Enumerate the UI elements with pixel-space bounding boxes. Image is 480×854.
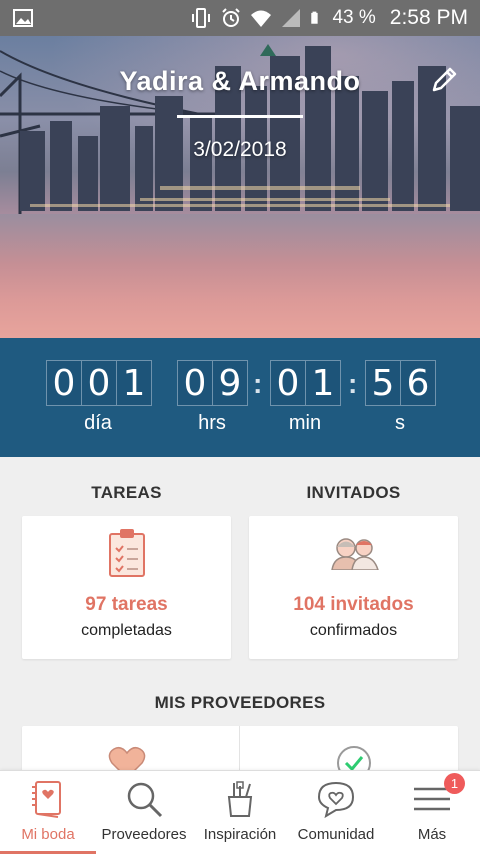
invitados-card[interactable]: 104 invitados confirmados <box>249 516 458 659</box>
countdown-digit: 9 <box>212 360 248 406</box>
invitados-heading: INVITADOS <box>306 483 401 502</box>
notification-badge: 1 <box>444 773 465 794</box>
signal-icon <box>282 9 301 27</box>
countdown-digit: 5 <box>365 360 401 406</box>
countdown-hours: 0 9 <box>177 360 248 406</box>
nav-comunidad[interactable]: Comunidad <box>288 771 384 854</box>
tareas-card[interactable]: 97 tareas completadas <box>22 516 231 659</box>
countdown-label-hours: hrs <box>198 412 226 434</box>
bottom-navigation: Mi boda Proveedores Inspiración Comunida… <box>0 770 480 854</box>
nav-label: Inspiración <box>203 826 277 843</box>
countdown-digit: 1 <box>305 360 341 406</box>
countdown-digit: 0 <box>46 360 82 406</box>
nav-label: Proveedores <box>101 826 187 843</box>
tareas-caption: completadas <box>81 622 172 639</box>
countdown-label-seconds: s <box>395 412 405 434</box>
countdown-separator: : <box>348 368 358 399</box>
proveedores-heading: MIS PROVEEDORES <box>154 693 326 712</box>
river-water <box>0 214 480 338</box>
wedding-book-icon <box>32 781 61 818</box>
nav-mas[interactable]: Más <box>384 771 480 854</box>
status-bar: 43 % 2:58 PM <box>0 0 480 36</box>
tareas-heading: TAREAS <box>91 483 162 502</box>
couple-names: Yadira & Armando <box>119 66 361 96</box>
countdown-label-days: día <box>84 412 112 434</box>
nav-label: Más <box>417 826 447 843</box>
search-icon <box>127 782 163 818</box>
title-underline <box>177 115 303 118</box>
countdown-label-minutes: min <box>288 412 322 434</box>
countdown-minutes: 0 1 <box>270 360 341 406</box>
wedding-date: 3/02/2018 <box>193 138 287 161</box>
vibrate-icon <box>192 8 211 28</box>
tareas-count: 97 tareas <box>85 594 168 615</box>
nav-mi-boda[interactable]: Mi boda <box>0 771 96 854</box>
battery-percent: 43 % <box>332 7 376 28</box>
alarm-icon <box>222 8 241 27</box>
countdown-digit: 1 <box>116 360 152 406</box>
wedding-header: Yadira & Armando 3/02/2018 <box>0 36 480 338</box>
countdown-digit: 6 <box>400 360 436 406</box>
nav-label: Comunidad <box>297 826 375 843</box>
guests-couple-icon <box>331 538 379 570</box>
inspiration-tools-icon <box>227 781 253 817</box>
nav-inspiracion[interactable]: Inspiración <box>192 771 288 854</box>
invitados-count: 104 invitados <box>293 594 414 615</box>
chat-heart-icon <box>317 781 355 819</box>
nav-proveedores[interactable]: Proveedores <box>96 771 192 854</box>
countdown-separator: : <box>253 368 263 399</box>
wifi-icon <box>251 10 272 27</box>
countdown-panel: 0 0 1 0 9 : 0 1 : 5 6 día hrs min s <box>0 338 480 457</box>
edit-pencil-icon[interactable] <box>428 62 462 96</box>
countdown-days: 0 0 1 <box>46 360 152 406</box>
checklist-clipboard-icon <box>109 529 145 577</box>
battery-icon <box>311 11 319 24</box>
clock: 2:58 PM <box>389 6 468 29</box>
countdown-seconds: 5 6 <box>365 360 436 406</box>
countdown-digit: 0 <box>81 360 117 406</box>
invitados-caption: confirmados <box>309 622 398 639</box>
countdown-digit: 0 <box>270 360 306 406</box>
image-notification-icon <box>13 9 33 27</box>
countdown-digit: 0 <box>177 360 213 406</box>
nav-label: Mi boda <box>21 826 75 843</box>
